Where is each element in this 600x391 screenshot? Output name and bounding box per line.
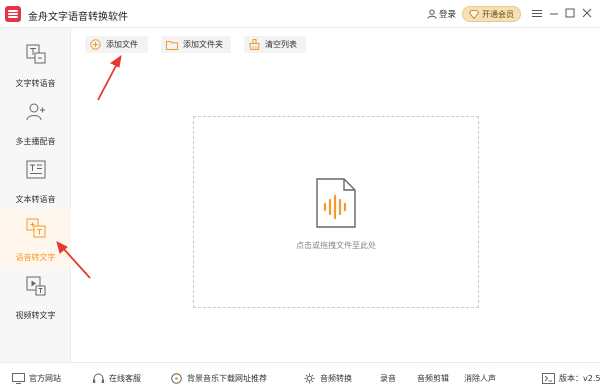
annotation-arrows <box>56 54 122 279</box>
music-disc-icon <box>171 373 182 384</box>
record-link[interactable]: 录音 <box>380 373 396 384</box>
music-download-link[interactable]: 背景音乐下载网址推荐 <box>170 373 267 384</box>
music-download-label: 背景音乐下载网址推荐 <box>187 374 267 383</box>
version-label: 版本：v2.5.2 <box>559 374 600 383</box>
official-website-label: 官方网站 <box>29 374 61 383</box>
bottom-bar: 官方网站 在线客服 背景音乐下载网址推荐 音频转换 录音 音频剪辑 消除人声 版… <box>0 362 600 391</box>
online-support-link[interactable]: 在线客服 <box>92 373 141 384</box>
version-icon <box>542 373 555 384</box>
record-label: 录音 <box>380 374 396 383</box>
audio-convert-label: 音频转换 <box>320 374 352 383</box>
vocal-remove-link[interactable]: 消除人声 <box>464 373 496 384</box>
monitor-icon <box>12 373 25 384</box>
audio-cut-link[interactable]: 音频剪辑 <box>417 373 449 384</box>
headset-icon <box>93 373 104 383</box>
arrow-to-add-file <box>97 54 122 101</box>
vocal-remove-label: 消除人声 <box>464 374 496 383</box>
online-support-label: 在线客服 <box>109 374 141 383</box>
audio-convert-link[interactable]: 音频转换 <box>303 373 352 384</box>
version-info: 版本：v2.5.2 <box>542 373 600 384</box>
arrow-to-speech-to-text <box>56 241 91 279</box>
official-website-link[interactable]: 官方网站 <box>12 373 61 384</box>
settings-icon <box>304 373 315 384</box>
audio-cut-label: 音频剪辑 <box>417 374 449 383</box>
